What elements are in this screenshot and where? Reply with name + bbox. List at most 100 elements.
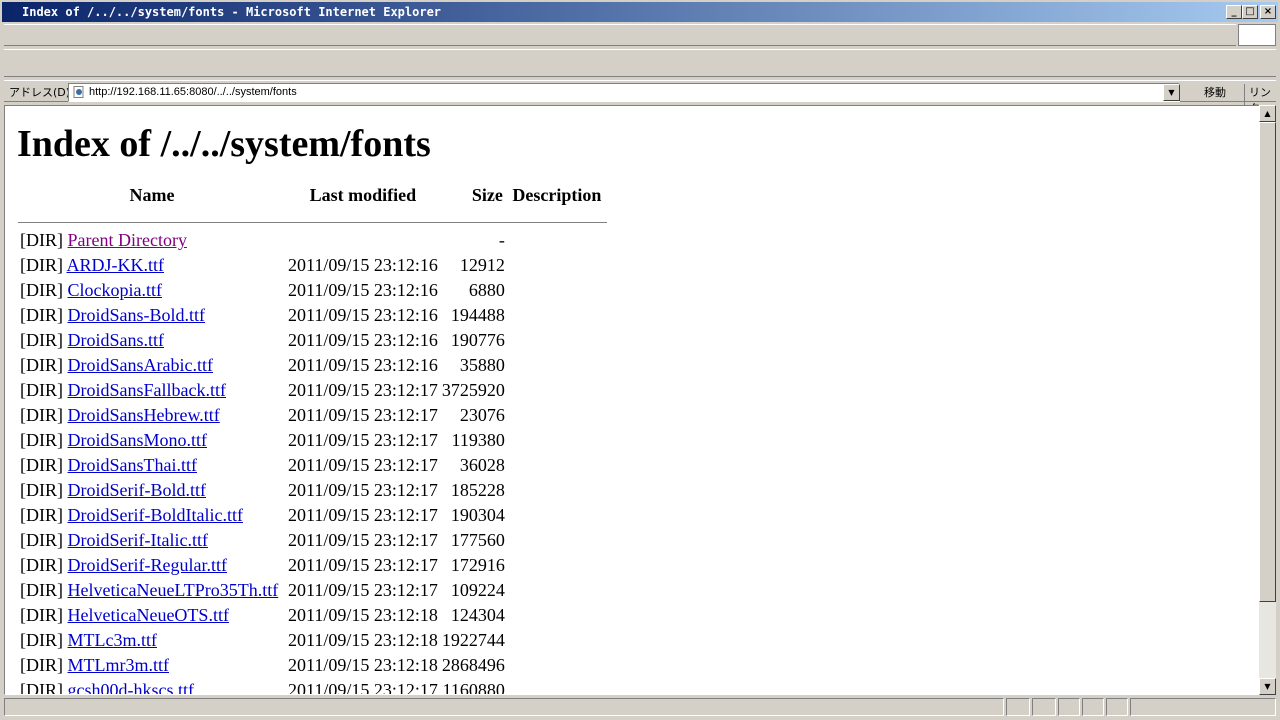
column-header-description[interactable]: Description (507, 183, 607, 216)
title-bar[interactable]: Index of /../../system/fonts - Microsoft… (2, 2, 1278, 22)
page-title: Index of /../../system/fonts (17, 123, 431, 165)
file-link[interactable]: DroidSansFallback.ttf (68, 380, 226, 400)
table-row: [DIR] DroidSerif-BoldItalic.ttf 2011/09/1… (18, 503, 607, 528)
file-size: 190304 (450, 505, 505, 525)
file-link[interactable]: HelveticaNeueOTS.ttf (68, 605, 229, 625)
dir-tag: [DIR] (20, 230, 63, 250)
file-link[interactable]: DroidSerif-Italic.ttf (68, 530, 208, 550)
file-modified: 2011/09/15 23:12:17 (288, 430, 438, 450)
file-description (507, 253, 607, 278)
table-row: [DIR] Parent Directory - (18, 228, 607, 253)
page-content: Index of /../../system/fonts Name Last m… (4, 105, 1260, 695)
table-row: [DIR] DroidSerif-Bold.ttf 2011/09/15 23:1… (18, 478, 607, 503)
minimize-icon[interactable]: _ (1226, 5, 1242, 19)
dir-tag: [DIR] (20, 480, 63, 500)
scroll-up-icon[interactable]: ▲ (1259, 105, 1276, 122)
file-modified: 2011/09/15 23:12:16 (288, 280, 438, 300)
file-modified: 2011/09/15 23:12:16 (288, 330, 438, 350)
table-row: [DIR] DroidSansMono.ttf 2011/09/15 23:12:… (18, 428, 607, 453)
file-description (507, 653, 607, 678)
address-input[interactable]: http://192.168.11.65:8080/../../system/f… (68, 83, 1180, 102)
ie-page-icon (73, 86, 84, 98)
table-row: [DIR] HelveticaNeueLTPro35Th.ttf 2011/09/… (18, 578, 607, 603)
file-link[interactable]: DroidSerif-BoldItalic.ttf (68, 505, 243, 525)
file-modified: 2011/09/15 23:12:17 (288, 480, 438, 500)
status-cell (1006, 698, 1030, 716)
table-row: [DIR] DroidSerif-Italic.ttf 2011/09/15 23… (18, 528, 607, 553)
file-size: 177560 (450, 530, 505, 550)
dir-tag: [DIR] (20, 380, 63, 400)
go-button[interactable]: 移動 (1204, 84, 1226, 100)
file-modified: 2011/09/15 23:12:17 (288, 530, 438, 550)
file-link[interactable]: DroidSansMono.ttf (68, 430, 208, 450)
dir-tag: [DIR] (20, 330, 63, 350)
status-cell (1106, 698, 1128, 716)
vertical-scrollbar[interactable]: ▲ ▼ (1259, 105, 1276, 695)
file-size: 194488 (450, 305, 505, 325)
menu-bar (4, 24, 1236, 46)
file-link[interactable]: gcsh00d-hkscs.ttf (68, 680, 194, 694)
column-header-last-modified[interactable]: Last modified (286, 183, 440, 216)
dir-tag: [DIR] (20, 430, 63, 450)
file-size: 185228 (450, 480, 505, 500)
file-description (507, 503, 607, 528)
file-link[interactable]: DroidSerif-Regular.ttf (68, 555, 227, 575)
file-description (507, 678, 607, 694)
table-row: [DIR] DroidSans.ttf 2011/09/15 23:12:16 19… (18, 328, 607, 353)
file-link[interactable]: DroidSerif-Bold.ttf (68, 480, 206, 500)
file-size: 109224 (450, 580, 505, 600)
file-link[interactable]: DroidSansThai.ttf (68, 455, 197, 475)
column-header-name[interactable]: Name (18, 183, 286, 216)
status-cell (1032, 698, 1056, 716)
file-size: 1922744 (441, 630, 505, 650)
close-icon[interactable]: × (1260, 5, 1276, 19)
file-description (507, 303, 607, 328)
file-link[interactable]: MTLc3m.ttf (68, 630, 157, 650)
dir-tag: [DIR] (20, 280, 63, 300)
dir-tag: [DIR] (20, 530, 63, 550)
file-link[interactable]: MTLmr3m.ttf (68, 655, 170, 675)
address-url: http://192.168.11.65:8080/../../system/f… (89, 86, 297, 98)
scroll-down-icon[interactable]: ▼ (1259, 678, 1276, 695)
file-size: 1160880 (442, 680, 505, 695)
file-size: 190776 (450, 330, 505, 350)
file-link[interactable]: DroidSansArabic.ttf (68, 355, 213, 375)
file-modified: 2011/09/15 23:12:17 (288, 555, 438, 575)
parent-directory-link[interactable]: Parent Directory (68, 230, 187, 250)
file-modified: 2011/09/15 23:12:17 (288, 580, 438, 600)
table-row: [DIR] Clockopia.ttf 2011/09/15 23:12:16 68… (18, 278, 607, 303)
file-description (507, 628, 607, 653)
dir-tag: [DIR] (20, 255, 63, 275)
status-cell (1082, 698, 1104, 716)
status-cell (1058, 698, 1080, 716)
chevron-down-icon[interactable]: ▼ (1163, 84, 1180, 101)
file-modified: 2011/09/15 23:12:16 (288, 305, 438, 325)
file-link[interactable]: DroidSansHebrew.ttf (68, 405, 220, 425)
file-description (507, 428, 607, 453)
dir-tag: [DIR] (20, 455, 63, 475)
file-modified: 2011/09/15 23:12:17 (288, 455, 438, 475)
dir-tag: [DIR] (20, 630, 63, 650)
standard-toolbar (4, 49, 1276, 77)
file-link[interactable]: Clockopia.ttf (68, 280, 162, 300)
file-size: 3725920 (441, 380, 505, 400)
table-row: [DIR] DroidSansArabic.ttf 2011/09/15 23:1… (18, 353, 607, 378)
maximize-icon[interactable]: □ (1242, 5, 1258, 19)
file-link[interactable]: DroidSans-Bold.ttf (68, 305, 206, 325)
dir-tag: [DIR] (20, 505, 63, 525)
file-link[interactable]: DroidSans.ttf (68, 330, 165, 350)
file-description (507, 328, 607, 353)
table-row: [DIR] HelveticaNeueOTS.ttf 2011/09/15 23:… (18, 603, 607, 628)
dir-tag: [DIR] (20, 680, 63, 695)
table-row: [DIR] DroidSansThai.ttf 2011/09/15 23:12:… (18, 453, 607, 478)
scroll-thumb[interactable] (1259, 122, 1276, 602)
file-description (507, 403, 607, 428)
table-row: [DIR] DroidSerif-Regular.ttf 2011/09/15 2… (18, 553, 607, 578)
file-modified: 2011/09/15 23:12:18 (288, 630, 438, 650)
dir-tag: [DIR] (20, 555, 63, 575)
file-link[interactable]: HelveticaNeueLTPro35Th.ttf (68, 580, 279, 600)
file-description (507, 603, 607, 628)
file-description (507, 453, 607, 478)
column-header-size[interactable]: Size (440, 183, 507, 216)
file-link[interactable]: ARDJ-KK.ttf (67, 255, 165, 275)
